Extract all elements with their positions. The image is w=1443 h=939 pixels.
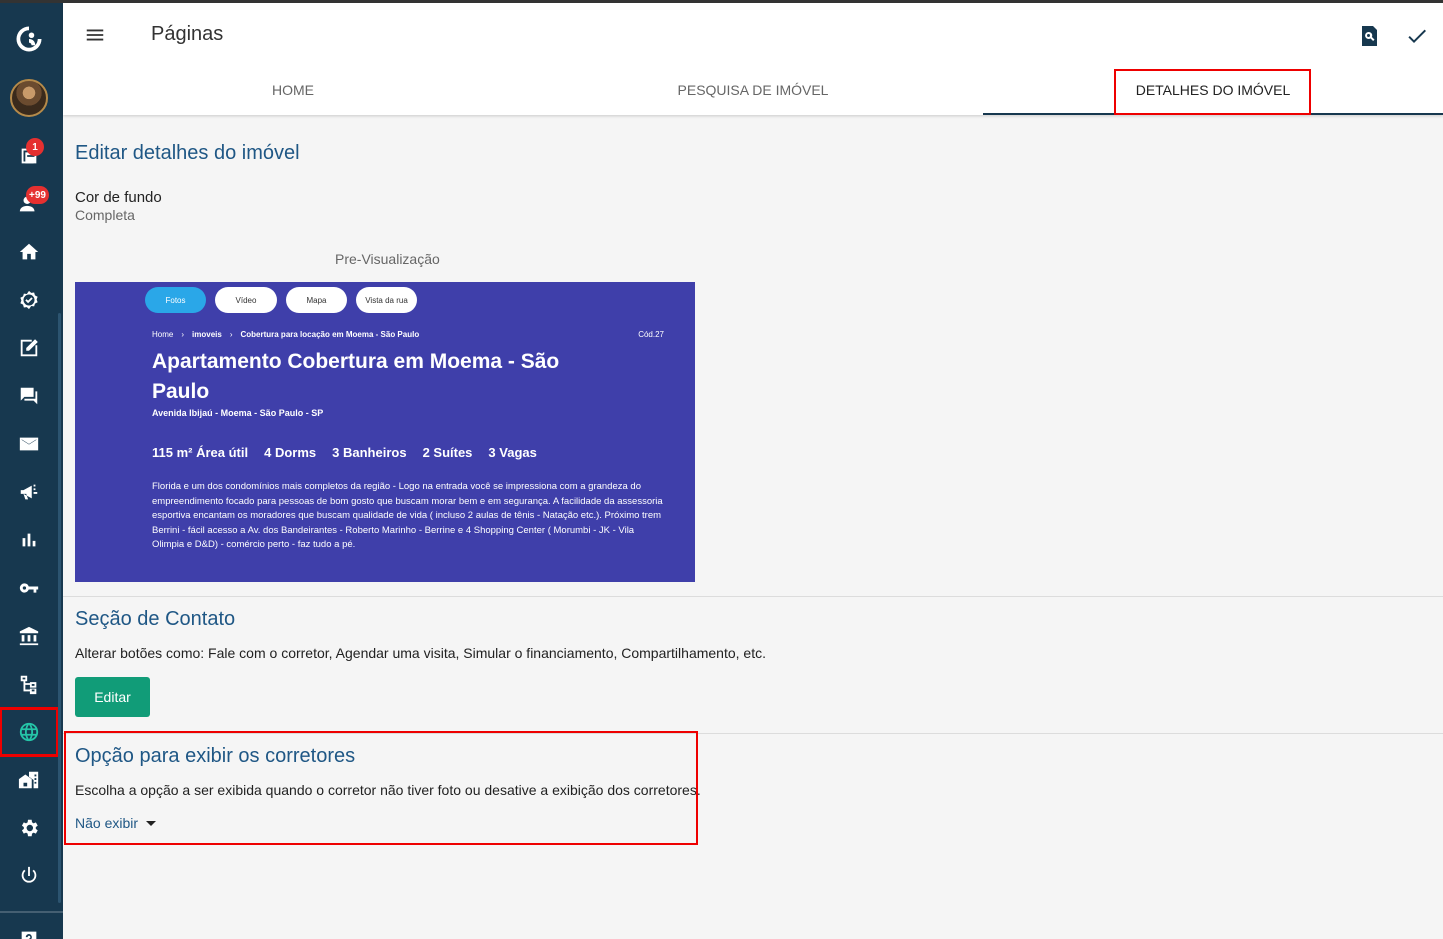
leads-badge: +99 <box>26 186 49 204</box>
media-pills: Fotos Vídeo Mapa Vista da rua <box>145 287 417 313</box>
tab-home[interactable]: HOME <box>63 65 523 115</box>
sitemap-icon[interactable] <box>0 660 58 708</box>
gear-icon[interactable] <box>0 804 58 852</box>
property-title: Apartamento Cobertura em Moema - São Pau… <box>152 350 560 403</box>
crumb-home[interactable]: Home <box>152 330 173 339</box>
page-title: Páginas <box>151 23 224 45</box>
pill-fotos[interactable]: Fotos <box>145 287 206 313</box>
sidebar-scrollbar[interactable] <box>58 313 61 903</box>
feature-dorms: 4 Dorms <box>264 445 317 460</box>
main-content: Editar detalhes do imóvel Cor de fundo C… <box>63 115 1443 939</box>
crumb-separator: › <box>229 330 233 339</box>
chart-icon[interactable] <box>0 516 58 564</box>
globe-icon[interactable] <box>0 707 59 757</box>
key-icon[interactable] <box>0 564 58 612</box>
tab-pesquisa-de-imovel[interactable]: PESQUISA DE IMÓVEL <box>523 65 983 115</box>
notifications-badge: 1 <box>26 138 44 156</box>
sidebar-divider <box>0 911 63 913</box>
property-description: Florida e um dos condomínios mais comple… <box>152 481 663 550</box>
leads-icon[interactable]: +99 <box>0 180 58 228</box>
user-avatar <box>10 79 48 117</box>
brokers-highlight-box <box>64 731 698 845</box>
check-icon[interactable] <box>1404 23 1430 49</box>
property-address: Avenida Ibijaú - Moema - São Paulo - SP <box>152 408 324 418</box>
preview-breadcrumb: Home › imoveis › Cobertura para locação … <box>152 330 419 339</box>
feature-banheiros: 3 Banheiros <box>332 445 407 460</box>
pill-mapa[interactable]: Mapa <box>286 287 347 313</box>
section-divider <box>63 596 1443 597</box>
background-value[interactable]: Completa <box>75 207 135 223</box>
edit-contact-button[interactable]: Editar <box>75 677 150 717</box>
logo-icon[interactable] <box>0 15 58 63</box>
details-section-title: Editar detalhes do imóvel <box>75 142 300 164</box>
home-icon[interactable] <box>0 228 58 276</box>
property-preview: Fotos Vídeo Mapa Vista da rua Home › imo… <box>75 282 695 582</box>
feature-vagas: 3 Vagas <box>488 445 537 460</box>
crumb-current: Cobertura para locação em Moema - São Pa… <box>240 330 420 339</box>
app-header: Páginas HOME PESQUISA DE IMÓVEL DETALHES… <box>63 3 1443 115</box>
tab-highlight-box <box>1114 69 1311 115</box>
preview-search-icon[interactable] <box>1356 23 1382 49</box>
buildings-icon[interactable] <box>0 756 58 804</box>
megaphone-icon[interactable] <box>0 468 58 516</box>
pill-video[interactable]: Vídeo <box>215 287 277 313</box>
bank-icon[interactable] <box>0 612 58 660</box>
feature-suites: 2 Suítes <box>422 445 473 460</box>
pill-vista-da-rua[interactable]: Vista da rua <box>356 287 417 313</box>
property-code: Cód.27 <box>638 330 664 339</box>
power-icon[interactable] <box>0 852 58 900</box>
avatar[interactable] <box>0 74 58 122</box>
edit-note-icon[interactable] <box>0 324 58 372</box>
menu-icon[interactable] <box>83 23 107 47</box>
verified-icon[interactable] <box>0 276 58 324</box>
mail-icon[interactable] <box>0 420 58 468</box>
property-features: 115 m² Área útil 4 Dorms 3 Banheiros 2 S… <box>152 445 537 460</box>
crumb-separator: › <box>181 330 185 339</box>
contact-section-title: Seção de Contato <box>75 608 236 630</box>
feature-area: 115 m² Área útil <box>152 445 249 460</box>
sidebar: 1 +99 <box>0 3 63 939</box>
crumb-imoveis[interactable]: imoveis <box>192 330 222 339</box>
help-icon[interactable] <box>0 915 58 939</box>
contact-description: Alterar botões como: Fale com o corretor… <box>75 645 766 661</box>
top-border <box>0 0 1443 3</box>
preview-label: Pre-Visualização <box>335 251 440 267</box>
notifications-icon[interactable]: 1 <box>0 132 58 180</box>
background-label[interactable]: Cor de fundo <box>75 189 162 206</box>
chat-icon[interactable] <box>0 372 58 420</box>
